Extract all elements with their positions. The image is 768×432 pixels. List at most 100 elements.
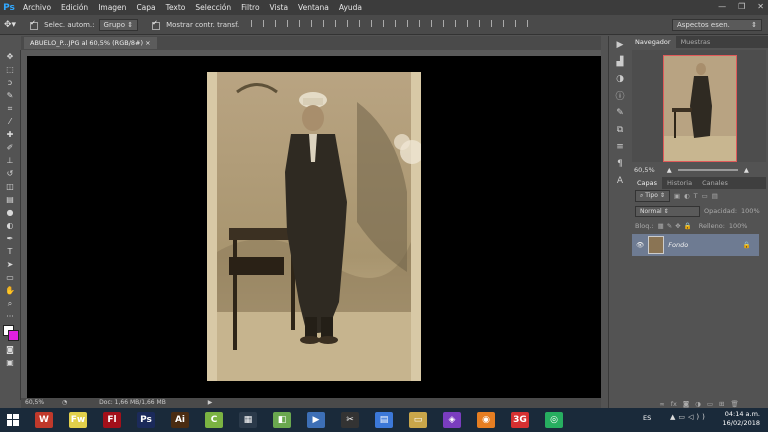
crop-tool-icon[interactable]: ⌗: [0, 102, 20, 115]
tab-canales[interactable]: Canales: [697, 177, 733, 189]
document-image[interactable]: [207, 72, 421, 381]
opacity-value[interactable]: 100%: [741, 207, 760, 215]
marquee-tool-icon[interactable]: ⬚: [0, 63, 20, 76]
blend-mode-dropdown[interactable]: Normal ⇕: [635, 205, 700, 217]
hand-tool-icon[interactable]: ✋: [0, 284, 20, 297]
info-icon[interactable]: ⓘ: [609, 87, 631, 104]
autoselect-checkbox[interactable]: [30, 19, 39, 30]
taskbar-app-10-icon[interactable]: ▤: [370, 409, 398, 431]
pen-tool-icon[interactable]: ✒: [0, 232, 20, 245]
new-layer-icon[interactable]: ⊞: [719, 400, 724, 408]
zoom-in-icon[interactable]: ▲: [744, 166, 749, 174]
restore-button[interactable]: ❐: [738, 2, 745, 11]
menu-texto[interactable]: Texto: [161, 3, 191, 12]
eraser-tool-icon[interactable]: ◫: [0, 180, 20, 193]
clock[interactable]: 04:14 a.m. 16/02/2018: [723, 410, 760, 428]
type-tool-icon[interactable]: T: [0, 245, 20, 258]
menu-ayuda[interactable]: Ayuda: [334, 3, 367, 12]
taskbar-app-6-icon[interactable]: ▦: [234, 409, 262, 431]
taskbar-app-14-icon[interactable]: 3G: [506, 409, 534, 431]
system-tray-icons[interactable]: ▲▭◁)): [670, 413, 708, 421]
ruler-vertical[interactable]: [21, 56, 27, 398]
healing-tool-icon[interactable]: ✚: [0, 128, 20, 141]
menu-filtro[interactable]: Filtro: [236, 3, 264, 12]
fx-icon[interactable]: fx: [671, 400, 677, 408]
menu-archivo[interactable]: Archivo: [18, 3, 56, 12]
dodge-tool-icon[interactable]: ◐: [0, 219, 20, 232]
tab-navegador[interactable]: Navegador: [630, 36, 676, 48]
navigator-thumbnail[interactable]: [663, 55, 737, 162]
play-action-icon[interactable]: ▶: [609, 36, 631, 53]
blur-tool-icon[interactable]: ●: [0, 206, 20, 219]
status-menu-arrow-icon[interactable]: ▶: [208, 399, 213, 406]
brush-tool-icon[interactable]: ✐: [0, 141, 20, 154]
dots-icon[interactable]: ···: [0, 310, 20, 323]
quick-mask-icon[interactable]: ◙: [0, 343, 20, 356]
ruler-horizontal[interactable]: [21, 50, 601, 56]
taskbar-app-1-icon[interactable]: Fw: [64, 409, 92, 431]
quick-select-tool-icon[interactable]: ✎: [0, 89, 20, 102]
delete-layer-icon[interactable]: 🗑: [730, 400, 738, 408]
adjustments-icon[interactable]: ◑: [609, 70, 631, 87]
brush-presets-icon[interactable]: ✎: [609, 104, 631, 121]
minimize-button[interactable]: —: [718, 2, 726, 11]
fill-value[interactable]: 100%: [729, 222, 748, 230]
eyedropper-tool-icon[interactable]: ⁄: [0, 115, 20, 128]
background-color[interactable]: [8, 330, 19, 341]
tab-muestras[interactable]: Muestras: [676, 36, 716, 48]
move-tool-icon[interactable]: ✥: [0, 50, 20, 63]
character-icon[interactable]: A: [609, 172, 631, 189]
workspace-dropdown[interactable]: Aspectos esen. ⇕: [672, 18, 762, 31]
menu-seleccion[interactable]: Selección: [190, 3, 236, 12]
path-select-tool-icon[interactable]: ➤: [0, 258, 20, 271]
filter-icons[interactable]: ▣◐T▭▤: [674, 192, 722, 200]
move-tool-icon[interactable]: ✥▾: [4, 20, 16, 30]
status-info-icon[interactable]: ◔: [62, 399, 67, 406]
add-mask-icon[interactable]: ◙: [683, 400, 689, 408]
taskbar-app-12-icon[interactable]: ◈: [438, 409, 466, 431]
layer-filter-dropdown[interactable]: ⌕ Tipo ⇕: [635, 190, 670, 202]
tab-historia[interactable]: Historia: [662, 177, 697, 189]
zoom-slider[interactable]: [677, 169, 738, 171]
adjustment-layer-icon[interactable]: ◑: [695, 400, 701, 408]
taskbar-app-11-icon[interactable]: ▭: [404, 409, 432, 431]
histogram-icon[interactable]: ▟: [609, 53, 631, 70]
layer-name[interactable]: Fondo: [668, 241, 688, 249]
autoselect-dropdown[interactable]: Grupo ⇕: [98, 18, 139, 31]
document-tab[interactable]: ABUELO_P...JPG al 60,5% (RGB/8#) ×: [24, 37, 157, 49]
menu-edicion[interactable]: Edición: [56, 3, 93, 12]
layer-row[interactable]: 👁 Fondo 🔒: [632, 234, 759, 256]
menu-ventana[interactable]: Ventana: [293, 3, 334, 12]
menu-imagen[interactable]: Imagen: [93, 3, 131, 12]
tab-capas[interactable]: Capas: [632, 177, 663, 189]
color-swatches[interactable]: [0, 323, 20, 343]
language-indicator[interactable]: ES: [643, 414, 651, 422]
taskbar-app-5-icon[interactable]: C: [200, 409, 228, 431]
history-brush-tool-icon[interactable]: ↺: [0, 167, 20, 180]
shape-tool-icon[interactable]: ▭: [0, 271, 20, 284]
taskbar-app-9-icon[interactable]: ✂: [336, 409, 364, 431]
taskbar-app-8-icon[interactable]: ▶: [302, 409, 330, 431]
close-tab-icon[interactable]: ×: [145, 39, 150, 47]
navigator-zoom-value[interactable]: 60,5%: [634, 166, 655, 174]
taskbar-app-2-icon[interactable]: Fl: [98, 409, 126, 431]
new-group-icon[interactable]: ▭: [707, 400, 713, 408]
zoom-readout[interactable]: 60,5%: [25, 399, 44, 406]
taskbar-app-7-icon[interactable]: ◧: [268, 409, 296, 431]
gradient-tool-icon[interactable]: ▤: [0, 193, 20, 206]
clone-source-icon[interactable]: ⧉: [609, 121, 631, 138]
paragraph-icon[interactable]: ¶: [609, 155, 631, 172]
stamp-tool-icon[interactable]: ⊥: [0, 154, 20, 167]
zoom-tool-icon[interactable]: ⌕: [0, 297, 20, 310]
close-button[interactable]: ✕: [757, 2, 764, 11]
taskbar-app-15-icon[interactable]: ◎: [540, 409, 568, 431]
align-icons[interactable]: [251, 20, 539, 29]
start-button[interactable]: [0, 408, 26, 432]
lasso-tool-icon[interactable]: ↄ: [0, 76, 20, 89]
zoom-out-icon[interactable]: ▲: [667, 166, 672, 174]
lock-icons[interactable]: ▦✎✥🔒: [658, 222, 695, 230]
taskbar-app-0-icon[interactable]: W: [30, 409, 58, 431]
taskbar-app-3-icon[interactable]: Ps: [132, 409, 160, 431]
transform-checkbox[interactable]: [152, 19, 161, 30]
properties-icon[interactable]: ≡: [609, 138, 631, 155]
